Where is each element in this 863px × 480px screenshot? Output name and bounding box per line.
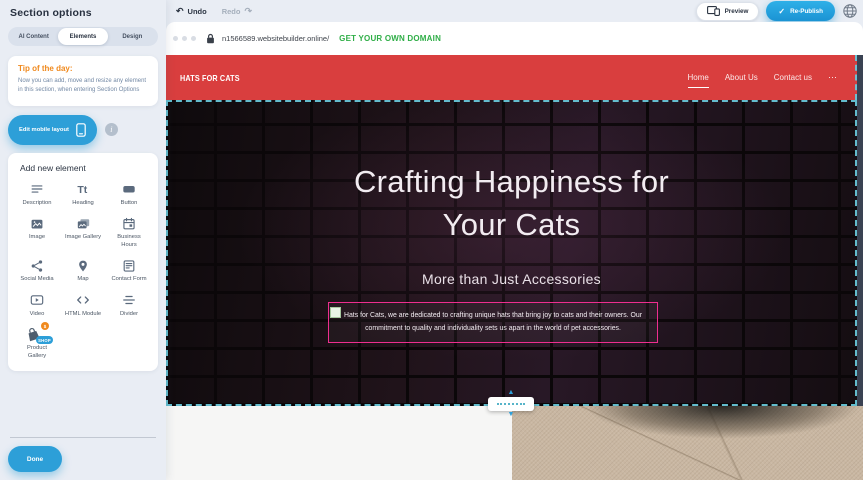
description-icon [30,182,44,197]
phone-icon [76,123,86,137]
element-image[interactable]: Image [15,216,59,249]
done-button[interactable]: Done [8,446,62,472]
image-icon [30,216,44,231]
hero-section[interactable]: Crafting Happiness for Your Cats More th… [166,100,857,406]
panel-tabs: AI Content Elements Design [8,27,158,46]
lock-icon [206,33,215,44]
element-html-module[interactable]: HTML Module [61,293,105,319]
image-gallery-icon [76,216,91,231]
globe-icon[interactable] [842,3,858,19]
element-social-media[interactable]: Social Media [15,258,59,284]
element-map[interactable]: Map [61,258,105,284]
tip-body: Now you can add, move and resize any ele… [18,77,148,96]
tip-title: Tip of the day: [18,64,148,73]
viewport-edge [857,55,863,406]
add-element-title: Add new element [20,163,151,173]
info-icon[interactable]: i [105,123,118,136]
video-icon [30,293,44,308]
button-icon [122,182,136,197]
element-business-hours[interactable]: Business Hours [107,216,151,249]
edit-mobile-layout-button[interactable]: Edit mobile layout [8,115,97,145]
nav-contact-us[interactable]: Contact us [774,73,812,82]
element-video[interactable]: Video [15,293,59,319]
drag-dots-icon [497,403,525,405]
hero-description-text: Hats for Cats, we are dedicated to craft… [332,309,654,335]
tab-elements[interactable]: Elements [58,28,107,45]
hero-content: Crafting Happiness for Your Cats More th… [166,100,857,287]
arrow-up-icon: ▲ [508,390,515,396]
arrow-down-icon: ▼ [508,412,515,418]
section-resize-handle[interactable]: ▲ ▼ [488,390,534,418]
business-hours-icon [122,216,136,231]
mobile-layout-row: Edit mobile layout i [8,115,158,145]
hero-heading[interactable]: Crafting Happiness for Your Cats [327,160,697,247]
hero-subheading[interactable]: More than Just Accessories [166,271,857,287]
republish-button[interactable]: ✓ Re-Publish [766,1,835,21]
devices-icon [707,6,720,16]
shop-badge: SHOP [36,336,53,344]
app: Section options AI Content Elements Desi… [0,0,863,480]
hero-description-element[interactable]: Hats for Cats, we are dedicated to craft… [328,302,658,343]
preview-button[interactable]: Preview [696,2,760,21]
element-grid: Description Tt Heading Button Image Imag… [15,182,151,361]
panel-spacer [0,371,166,437]
svg-text:Tt: Tt [77,184,87,196]
social-media-icon [30,258,44,273]
edit-mobile-layout-label: Edit mobile layout [19,127,69,133]
element-heading[interactable]: Tt Heading [61,182,105,208]
panel-divider [10,437,156,438]
redo-button[interactable]: Redo ↷ [222,7,252,16]
element-divider[interactable]: Divider [107,293,151,319]
topbar: ↶ Undo Redo ↷ Preview ✓ Re-Publish [166,0,863,22]
section-options-panel: Section options AI Content Elements Desi… [0,0,166,480]
element-product-gallery[interactable]: $ SHOP Product Gallery [15,327,59,360]
product-gallery-icon: $ SHOP [24,327,50,342]
site-nav: Home About Us Contact us ⋯ [688,72,838,83]
main-area: ↶ Undo Redo ↷ Preview ✓ Re-Publish [166,0,863,480]
tip-card: Tip of the day: Now you can add, move an… [8,56,158,106]
browser-bar: n1566589.websitebuilder.online/ GET YOUR… [166,22,863,55]
element-button[interactable]: Button [107,182,151,208]
element-handle[interactable] [330,307,341,318]
redo-icon: ↷ [244,7,252,16]
element-description[interactable]: Description [15,182,59,208]
page-title: Section options [10,7,156,19]
price-badge-icon: $ [41,322,49,330]
check-icon: ✓ [778,7,785,16]
section-selection-border-top [855,55,857,100]
tab-ai-content[interactable]: AI Content [9,28,58,45]
nav-more-icon[interactable]: ⋯ [828,72,837,83]
html-module-icon [76,293,90,308]
map-icon [76,258,90,273]
top-actions: Preview ✓ Re-Publish [696,1,858,21]
site-url: n1566589.websitebuilder.online/ [222,34,329,43]
element-image-gallery[interactable]: Image Gallery [61,216,105,249]
heading-icon: Tt [76,182,91,197]
tab-design[interactable]: Design [108,28,157,45]
undo-button[interactable]: ↶ Undo [176,7,207,16]
site-logo[interactable]: HATS FOR CATS [180,73,240,83]
site-header: HATS FOR CATS Home About Us Contact us ⋯ [166,55,863,100]
undo-icon: ↶ [176,7,184,16]
nav-home[interactable]: Home [688,73,709,88]
undo-redo-group: ↶ Undo Redo ↷ [176,7,252,16]
add-element-panel: Add new element Description Tt Heading B… [8,153,158,372]
browser-dots [173,36,196,41]
element-contact-form[interactable]: Contact Form [107,258,151,284]
cat-photo [512,406,863,480]
nav-about-us[interactable]: About Us [725,73,758,82]
contact-form-icon [122,258,136,273]
divider-icon [122,293,136,308]
get-domain-link[interactable]: GET YOUR OWN DOMAIN [339,34,441,43]
